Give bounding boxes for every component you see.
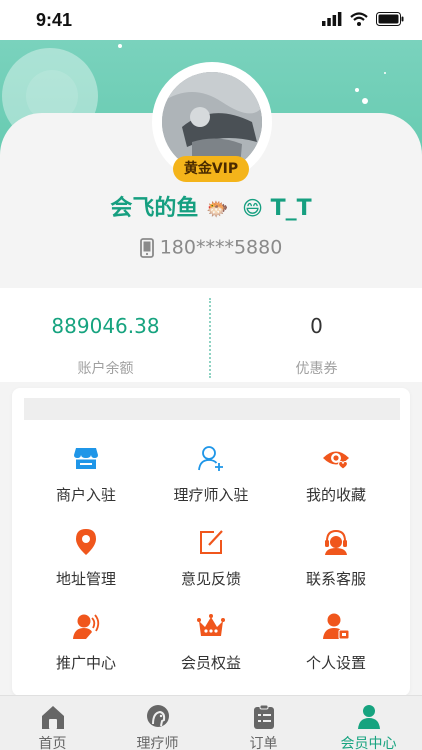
add-user-icon [198,446,223,471]
coupon-value: 0 [310,314,323,338]
menu-item-label: 推广中心 [55,654,116,672]
smile-emoji: 😄 [242,196,263,220]
signal-icon [322,12,342,26]
wifi-icon [350,12,368,26]
menu-item-merchant[interactable]: 商户入驻 [26,444,146,514]
status-icons [322,12,404,26]
menu-item-label: 个人设置 [305,654,366,672]
tab-member-center[interactable]: 会员中心 [316,696,421,750]
crown-icon [197,614,225,636]
tab-label: 会员中心 [340,736,397,750]
menu-item-label: 理疗师入驻 [173,486,249,504]
bottom-tab-bar: 首页 理疗师 订单 会员中心 [0,695,422,750]
menu-item-label: 意见反馈 [180,570,241,588]
favorite-eye-icon [323,451,349,470]
menu-card: 商户入驻 理疗师入驻 我的收藏 地址管理 意见反馈 联系客服 推广中心 会员权益… [12,388,410,696]
star-decoration [118,44,122,48]
promotion-icon [73,614,100,639]
customer-service-icon [325,529,347,555]
menu-item-label: 我的收藏 [305,486,366,504]
coupon-label: 优惠券 [295,361,338,377]
fish-emoji: 🐡 [206,199,229,220]
coupon-stat[interactable]: 0 优惠券 [211,288,422,382]
order-icon [254,704,274,729]
star-decoration [384,72,386,74]
menu-header-bar [24,398,400,420]
member-icon [358,705,380,729]
battery-icon [376,12,404,26]
menu-item-label: 联系客服 [305,570,366,588]
menu-item-therapist-join[interactable]: 理疗师入驻 [151,444,271,514]
phone-number: 180****5880 [159,236,283,259]
menu-item-label: 会员权益 [180,654,241,672]
status-bar: 9:41 [0,0,422,40]
menu-item-feedback[interactable]: 意见反馈 [151,528,271,598]
vip-badge: 黄金VIP [173,156,249,182]
tab-label: 首页 [38,736,67,750]
username: 会飞的鱼 [110,196,199,221]
tab-label: 订单 [249,736,278,750]
tab-home[interactable]: 首页 [0,696,105,750]
menu-item-label: 商户入驻 [55,486,116,504]
balance-label: 账户余额 [77,361,134,377]
tab-orders[interactable]: 订单 [211,696,316,750]
therapist-icon [147,705,169,727]
edit-icon [200,530,223,554]
balance-value: 889046.38 [51,314,160,338]
menu-item-promotion[interactable]: 推广中心 [26,612,146,682]
menu-item-member-benefits[interactable]: 会员权益 [151,612,271,682]
balance-stat[interactable]: 889046.38 账户余额 [0,288,211,382]
store-icon [74,448,98,469]
status-time: 9:41 [36,10,73,30]
star-decoration [362,98,368,104]
location-pin-icon [76,529,96,555]
phone-icon [139,237,154,258]
tab-label: 理疗师 [136,736,179,750]
tab-therapist[interactable]: 理疗师 [105,696,210,750]
menu-item-personal-settings[interactable]: 个人设置 [276,612,396,682]
menu-item-favorites[interactable]: 我的收藏 [276,444,396,514]
menu-item-label: 地址管理 [55,570,116,588]
account-stats: 889046.38 账户余额 0 优惠券 [0,288,422,382]
menu-item-address[interactable]: 地址管理 [26,528,146,598]
home-icon [42,706,64,729]
star-decoration [355,88,359,92]
username-row: 会飞的鱼 🐡 😄 T_T [0,190,422,222]
user-settings-icon [323,613,350,640]
menu-item-customer-service[interactable]: 联系客服 [276,528,396,598]
phone-row: 180****5880 [0,236,422,259]
username-suffix: T_T [270,196,312,221]
